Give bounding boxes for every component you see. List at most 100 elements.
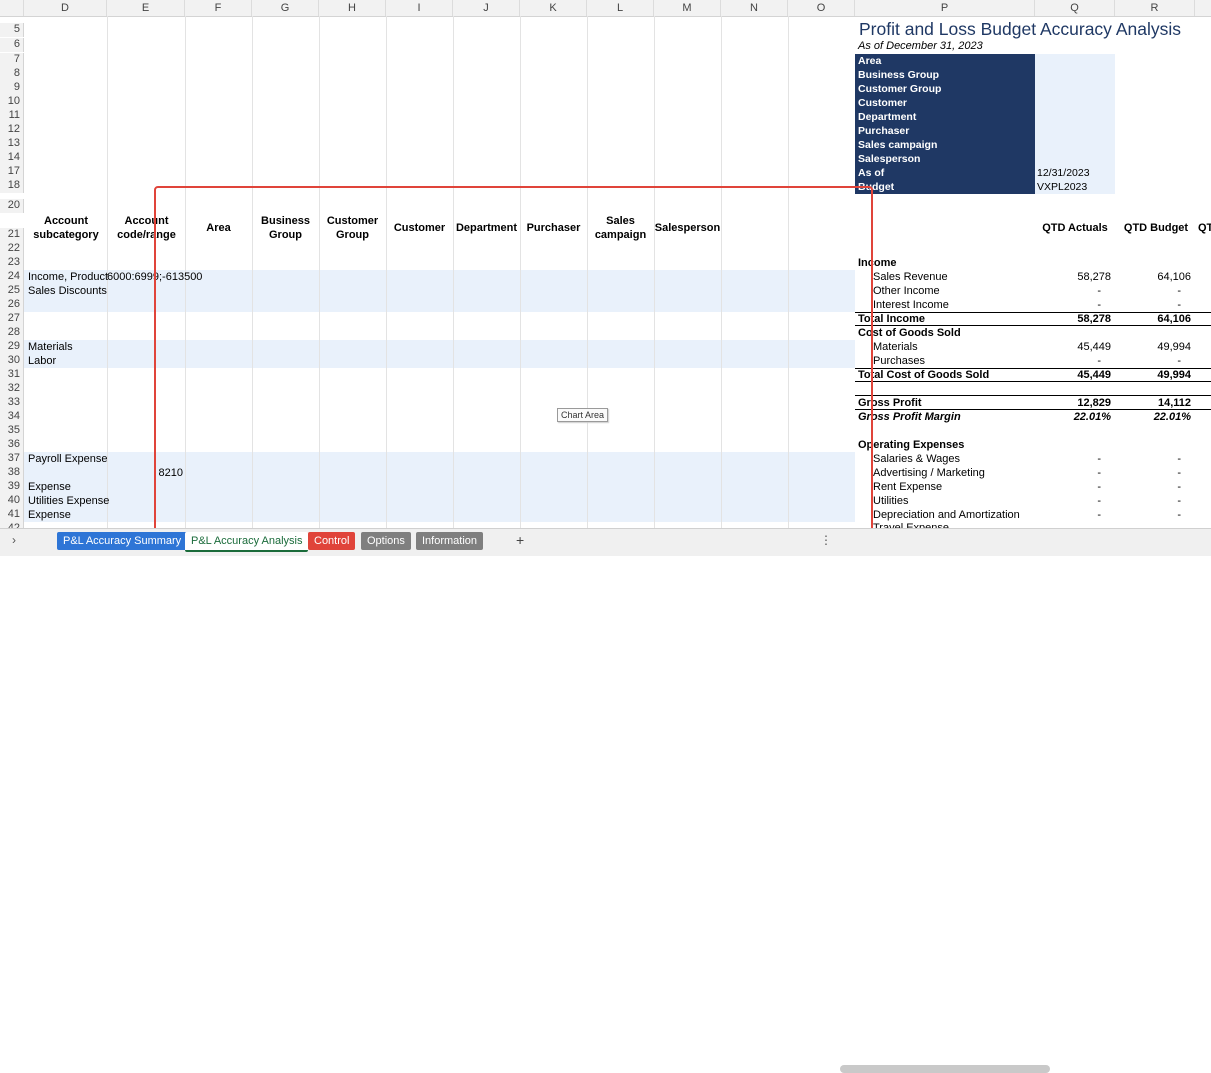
- row-header[interactable]: 38: [0, 466, 24, 480]
- row-header[interactable]: 35: [0, 424, 24, 438]
- row-header[interactable]: 13: [0, 137, 24, 151]
- bud-total-cogs[interactable]: 49,994: [1115, 368, 1191, 382]
- row-header[interactable]: 21: [0, 228, 24, 242]
- cell-d41[interactable]: Expense: [28, 508, 71, 522]
- act-purchases[interactable]: -: [1035, 354, 1101, 368]
- act-total-income[interactable]: 58,278: [1035, 312, 1111, 326]
- row-header[interactable]: 17: [0, 165, 24, 179]
- tab-options[interactable]: Options: [361, 532, 411, 550]
- col-header-g[interactable]: G: [252, 0, 319, 16]
- cell-d29[interactable]: Materials: [28, 340, 73, 354]
- act-materials[interactable]: 45,449: [1035, 340, 1111, 354]
- horizontal-scrollbar[interactable]: [840, 1065, 1050, 1073]
- act-gross-margin[interactable]: 22.01%: [1035, 410, 1111, 424]
- tab-pl-accuracy-summary[interactable]: P&L Accuracy Summary: [57, 532, 188, 550]
- bud-depreciation[interactable]: -: [1115, 508, 1181, 522]
- cell-d37[interactable]: Payroll Expense: [28, 452, 108, 466]
- row-header[interactable]: 25: [0, 284, 24, 298]
- filter-value-business-group[interactable]: [1035, 68, 1115, 82]
- col-header-h[interactable]: H: [319, 0, 386, 16]
- bud-other-income[interactable]: -: [1115, 284, 1181, 298]
- col-header-e[interactable]: E: [107, 0, 185, 16]
- col-header-p[interactable]: P: [855, 0, 1035, 16]
- bud-materials[interactable]: 49,994: [1115, 340, 1191, 354]
- row-header[interactable]: 20: [0, 199, 24, 213]
- tab-pl-accuracy-analysis[interactable]: P&L Accuracy Analysis: [185, 532, 309, 552]
- add-sheet-button[interactable]: +: [516, 532, 524, 548]
- filter-value-department[interactable]: [1035, 110, 1115, 124]
- bud-utilities[interactable]: -: [1115, 494, 1181, 508]
- filter-value-salesperson[interactable]: [1035, 152, 1115, 166]
- filter-value-customer[interactable]: [1035, 96, 1115, 110]
- filter-value-budget[interactable]: VXPL2023: [1035, 180, 1115, 194]
- act-interest-income[interactable]: -: [1035, 298, 1101, 312]
- row-header[interactable]: 34: [0, 410, 24, 424]
- col-header-n[interactable]: N: [721, 0, 788, 16]
- row-header[interactable]: 27: [0, 312, 24, 326]
- row-header[interactable]: 24: [0, 270, 24, 284]
- act-sales-revenue[interactable]: 58,278: [1035, 270, 1111, 284]
- more-options-icon[interactable]: ⋮: [820, 533, 832, 547]
- row-header[interactable]: 14: [0, 151, 24, 165]
- bud-salaries[interactable]: -: [1115, 452, 1181, 466]
- tab-control[interactable]: Control: [308, 532, 356, 550]
- bud-gross-profit[interactable]: 14,112: [1115, 396, 1191, 410]
- act-depreciation[interactable]: -: [1035, 508, 1101, 522]
- row-header[interactable]: 12: [0, 123, 24, 137]
- bud-rent[interactable]: -: [1115, 480, 1181, 494]
- row-header[interactable]: 26: [0, 298, 24, 312]
- act-other-income[interactable]: -: [1035, 284, 1101, 298]
- bud-purchases[interactable]: -: [1115, 354, 1181, 368]
- cell-d25[interactable]: Sales Discounts: [28, 284, 107, 298]
- row-header[interactable]: 39: [0, 480, 24, 494]
- row-header[interactable]: 33: [0, 396, 24, 410]
- bud-total-income[interactable]: 64,106: [1115, 312, 1191, 326]
- row-header[interactable]: 41: [0, 508, 24, 522]
- row-header[interactable]: 11: [0, 109, 24, 123]
- bud-gross-margin[interactable]: 22.01%: [1115, 410, 1191, 424]
- row-header[interactable]: 9: [0, 81, 24, 95]
- row-header[interactable]: 5: [0, 23, 24, 37]
- select-all-corner[interactable]: [0, 0, 24, 16]
- cell-d30[interactable]: Labor: [28, 354, 56, 368]
- bud-sales-revenue[interactable]: 64,106: [1115, 270, 1191, 284]
- col-header-i[interactable]: I: [386, 0, 453, 16]
- cell-d24[interactable]: Income, Product: [28, 270, 108, 284]
- col-header-f[interactable]: F: [185, 0, 252, 16]
- filter-value-purchaser[interactable]: [1035, 124, 1115, 138]
- col-header-k[interactable]: K: [520, 0, 587, 16]
- filter-value-customer-group[interactable]: [1035, 82, 1115, 96]
- col-header-r[interactable]: R: [1115, 0, 1195, 16]
- col-header-d[interactable]: D: [24, 0, 107, 16]
- cell-d40[interactable]: Utilities Expense: [28, 494, 109, 508]
- row-header[interactable]: 7: [0, 53, 24, 67]
- row-header[interactable]: 40: [0, 494, 24, 508]
- row-header[interactable]: 18: [0, 179, 24, 193]
- row-header[interactable]: 8: [0, 67, 24, 81]
- col-header-l[interactable]: L: [587, 0, 654, 16]
- filter-value-sales-campaign[interactable]: [1035, 138, 1115, 152]
- row-header[interactable]: 36: [0, 438, 24, 452]
- bud-interest-income[interactable]: -: [1115, 298, 1181, 312]
- col-header-q[interactable]: Q: [1035, 0, 1115, 16]
- row-header[interactable]: 32: [0, 382, 24, 396]
- col-header-m[interactable]: M: [654, 0, 721, 16]
- row-header[interactable]: 30: [0, 354, 24, 368]
- chevron-right-icon[interactable]: ›: [12, 533, 16, 547]
- filter-value-as-of[interactable]: 12/31/2023: [1035, 166, 1115, 180]
- row-header[interactable]: 37: [0, 452, 24, 466]
- row-header[interactable]: 23: [0, 256, 24, 270]
- act-rent[interactable]: -: [1035, 480, 1101, 494]
- col-header-o[interactable]: O: [788, 0, 855, 16]
- row-header[interactable]: 28: [0, 326, 24, 340]
- bud-advertising[interactable]: -: [1115, 466, 1181, 480]
- row-header[interactable]: 29: [0, 340, 24, 354]
- tab-information[interactable]: Information: [416, 532, 484, 550]
- row-header[interactable]: 22: [0, 242, 24, 256]
- row-header[interactable]: 10: [0, 95, 24, 109]
- act-total-cogs[interactable]: 45,449: [1035, 368, 1111, 382]
- act-advertising[interactable]: -: [1035, 466, 1101, 480]
- act-utilities[interactable]: -: [1035, 494, 1101, 508]
- cell-d39[interactable]: Expense: [28, 480, 71, 494]
- act-salaries[interactable]: -: [1035, 452, 1101, 466]
